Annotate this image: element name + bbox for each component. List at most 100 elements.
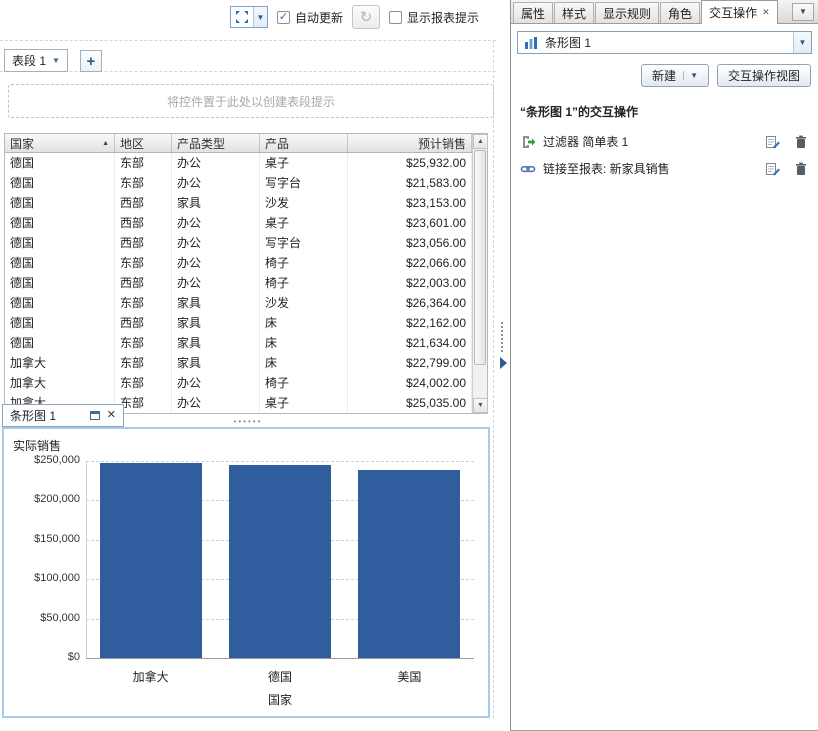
cell: 桌子 (260, 393, 348, 413)
object-selector-value: 条形图 1 (545, 34, 591, 51)
scroll-up-button[interactable]: ▲ (473, 134, 488, 149)
cell: $25,932.00 (348, 153, 472, 173)
show-prompts-option: 显示报表提示 (389, 9, 479, 26)
column-header-2[interactable]: 产品类型 (172, 134, 260, 152)
y-tick-label: $100,000 (6, 572, 80, 584)
scroll-thumb[interactable] (474, 150, 486, 365)
chart-area: 实际销售 $250,000$200,000$150,000$100,000$50… (4, 429, 488, 716)
scroll-down-button[interactable]: ▼ (473, 398, 488, 413)
drop-zone-text: 将控件置于此处以创建表段提示 (167, 93, 335, 110)
bar-1[interactable] (229, 465, 331, 658)
cell: 床 (260, 353, 348, 373)
table-row[interactable]: 德国东部家具床$21,634.00 (5, 333, 487, 353)
column-header-4[interactable]: 预计销售 (348, 134, 472, 152)
tab-style[interactable]: 样式 (554, 2, 594, 23)
chart-window-title: 条形图 1 (10, 407, 56, 424)
interaction-item: 链接至报表: 新家具销售 (511, 155, 818, 182)
interaction-view-button[interactable]: 交互操作视图 (717, 64, 811, 87)
cell: 家具 (172, 333, 260, 353)
chevron-down-icon[interactable]: ▼ (793, 32, 811, 53)
interactions-pane: 条形图 1 ▼ 新建 ▼ 交互操作视图 “条形图 1”的交互操作 过滤器 简单表… (511, 31, 818, 182)
chevron-down-icon[interactable]: ▼ (683, 71, 698, 80)
show-prompts-checkbox[interactable] (389, 11, 402, 24)
table-row[interactable]: 德国西部办公桌子$23,601.00 (5, 213, 487, 233)
splitter-dots (501, 322, 505, 352)
table-row[interactable]: 德国西部家具沙发$23,153.00 (5, 193, 487, 213)
cell: 东部 (115, 253, 172, 273)
cell: 椅子 (260, 373, 348, 393)
auto-update-checkbox[interactable]: ✓ (277, 11, 290, 24)
cell: 德国 (5, 213, 115, 233)
column-header-label: 地区 (120, 135, 144, 152)
tab-roles[interactable]: 角色 (660, 2, 700, 23)
cell: 东部 (115, 333, 172, 353)
x-tick-label: 美国 (345, 668, 474, 685)
y-tick-label: $0 (6, 651, 80, 663)
table-scrollbar[interactable]: ▲ ▼ (472, 134, 487, 413)
tab-display-rules[interactable]: 显示规则 (595, 2, 659, 23)
cell: 加拿大 (5, 373, 115, 393)
cell: 办公 (172, 273, 260, 293)
cell: 加拿大 (5, 353, 115, 373)
table-row[interactable]: 德国东部家具沙发$26,364.00 (5, 293, 487, 313)
table-row[interactable]: 德国东部办公桌子$25,932.00 (5, 153, 487, 173)
refresh-button[interactable]: ↻ (352, 5, 380, 29)
table-row[interactable]: 加拿大东部家具床$22,799.00 (5, 353, 487, 373)
cell: 办公 (172, 173, 260, 193)
collapse-arrow-icon[interactable] (500, 357, 507, 369)
cell: 西部 (115, 193, 172, 213)
cell: 西部 (115, 313, 172, 333)
edit-interaction-icon[interactable] (765, 134, 781, 150)
close-icon[interactable]: ✕ (762, 8, 770, 17)
table-row[interactable]: 德国西部办公写字台$23,056.00 (5, 233, 487, 253)
maximize-icon[interactable] (90, 411, 100, 420)
layout-button[interactable]: ▼ (230, 6, 268, 28)
close-icon[interactable]: ✕ (107, 410, 116, 421)
interaction-actions (765, 161, 809, 177)
panel-splitter[interactable] (496, 0, 510, 731)
cell: $26,364.00 (348, 293, 472, 313)
chevron-down-icon[interactable]: ▼ (52, 56, 60, 65)
bar-0[interactable] (100, 463, 202, 658)
tab-interactions[interactable]: 交互操作✕ (701, 0, 778, 24)
bar-chart-panel[interactable]: 实际销售 $250,000$200,000$150,000$100,000$50… (2, 427, 490, 718)
panel-tabs-overflow-button[interactable]: ▼ (792, 3, 814, 21)
table-row[interactable]: 德国西部办公椅子$22,003.00 (5, 273, 487, 293)
cell: 德国 (5, 273, 115, 293)
show-prompts-label: 显示报表提示 (407, 9, 479, 26)
add-section-button[interactable]: + (80, 50, 102, 72)
refresh-icon: ↻ (360, 10, 373, 25)
column-header-1[interactable]: 地区 (115, 134, 172, 152)
edit-interaction-icon[interactable] (765, 161, 781, 177)
cell: $22,066.00 (348, 253, 472, 273)
cell: 西部 (115, 273, 172, 293)
interactions-list: 过滤器 简单表 1链接至报表: 新家具销售 (511, 128, 818, 182)
bar-chart-icon (523, 35, 539, 51)
new-button[interactable]: 新建 ▼ (641, 64, 709, 87)
column-header-3[interactable]: 产品 (260, 134, 348, 152)
delete-interaction-icon[interactable] (793, 161, 809, 177)
section-tab-label: 表段 1 (12, 52, 46, 69)
table-row[interactable]: 德国西部家具床$22,162.00 (5, 313, 487, 333)
cell: 椅子 (260, 273, 348, 293)
table-row[interactable]: 德国东部办公椅子$22,066.00 (5, 253, 487, 273)
cell: $22,162.00 (348, 313, 472, 333)
cell: 椅子 (260, 253, 348, 273)
chart-window-tab[interactable]: 条形图 1 ✕ (2, 404, 124, 427)
prompt-drop-zone[interactable]: 将控件置于此处以创建表段提示 (8, 84, 494, 118)
chevron-down-icon[interactable]: ▼ (253, 7, 267, 27)
tab-properties[interactable]: 属性 (513, 2, 553, 23)
bar-2[interactable] (358, 470, 460, 658)
cell: 西部 (115, 233, 172, 253)
cell: $22,799.00 (348, 353, 472, 373)
delete-interaction-icon[interactable] (793, 134, 809, 150)
object-selector[interactable]: 条形图 1 ▼ (517, 31, 812, 54)
y-axis-title: 实际销售 (13, 437, 61, 454)
table-row[interactable]: 加拿大东部办公椅子$24,002.00 (5, 373, 487, 393)
cell: 东部 (115, 293, 172, 313)
table-row[interactable]: 德国东部办公写字台$21,583.00 (5, 173, 487, 193)
column-header-0[interactable]: 国家▲ (5, 134, 115, 152)
cell: 家具 (172, 353, 260, 373)
section-tab[interactable]: 表段 1 ▼ (4, 49, 68, 72)
resize-handle[interactable]: •••••• (228, 417, 268, 426)
